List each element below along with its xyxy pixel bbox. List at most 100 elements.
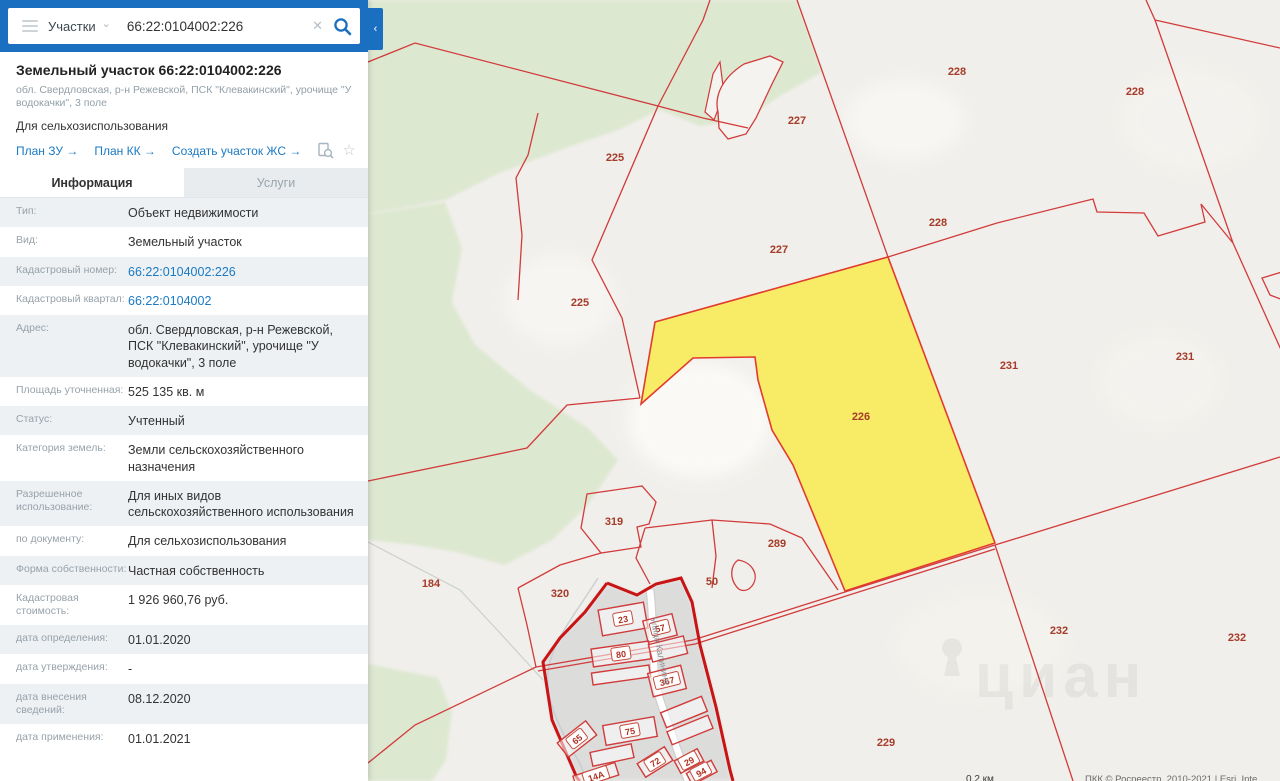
row-value-link[interactable]: 66:22:0104002:226 (128, 264, 368, 280)
table-row: Форма собственности:Частная собственност… (0, 556, 368, 585)
row-value: 1 926 960,76 руб. (128, 592, 368, 619)
table-row: дата внесения сведений:08.12.2020 (0, 684, 368, 724)
create-zhs-link[interactable]: Создать участок ЖС → (172, 144, 301, 158)
parcel-number-label: 226 (852, 411, 870, 423)
chevron-down-icon: ⌄ (102, 19, 111, 30)
sidebar-collapse-button[interactable]: ‹ (368, 8, 383, 50)
house-parcel-number: 75 (619, 722, 640, 738)
table-row: Площадь уточненная:525 135 кв. м (0, 377, 368, 406)
map-canvas[interactable]: 225 225 227 227 228 228 228 231 231 226 319 289 320 1… (368, 0, 1280, 781)
parcel-number-label: 227 (770, 244, 788, 256)
row-value: Учтенный (128, 413, 368, 429)
house-parcel-number: 23 (612, 610, 633, 626)
search-input[interactable] (125, 18, 302, 35)
parcel-usage: Для сельхозиспользования (16, 119, 352, 133)
favorite-star-icon[interactable]: ☆ (342, 143, 355, 158)
search-category-select[interactable]: Участки ⌄ (48, 19, 111, 34)
plan-kk-link[interactable]: План КК → (94, 144, 156, 158)
row-label: Разрешенное использование: (0, 488, 128, 521)
info-table: Тип:Объект недвижимостиВид:Земельный уча… (0, 198, 368, 753)
row-label: дата утверждения: (0, 661, 128, 677)
watermark-text: циан (975, 642, 1147, 711)
row-label: по документу: (0, 533, 128, 549)
table-row: дата применения:01.01.2021 (0, 724, 368, 753)
row-value: 01.01.2021 (128, 731, 368, 747)
row-value: Частная собственность (128, 563, 368, 579)
row-label: Кадастровая стоимость: (0, 592, 128, 619)
info-sidebar: Участки ⌄ ✕ Земельный участок 66:22:0104… (0, 0, 368, 781)
row-value: - (128, 661, 368, 677)
row-value: Для иных видов сельскохозяйственного исп… (128, 488, 368, 521)
parcel-address-subtitle: обл. Свердловская, р-н Режевской, ПСК "К… (16, 84, 352, 111)
row-label: Кадастровый номер: (0, 264, 128, 280)
row-label: Статус: (0, 413, 128, 429)
row-value: Объект недвижимости (128, 205, 368, 221)
plan-zu-link[interactable]: План ЗУ → (16, 144, 78, 158)
row-value: Земли сельскохозяйственного назначения (128, 442, 368, 475)
tab-bar: Информация Услуги (0, 168, 368, 198)
table-row: Разрешенное использование:Для иных видов… (0, 481, 368, 527)
svg-text:23: 23 (617, 614, 629, 626)
search-box: Участки ⌄ ✕ (8, 8, 360, 44)
table-row: Кадастровый квартал:66:22:0104002 (0, 286, 368, 315)
parcel-number-label: 231 (1176, 351, 1194, 363)
search-button[interactable] (333, 17, 352, 36)
parcel-number-label: 289 (768, 538, 786, 550)
row-label: дата применения: (0, 731, 128, 747)
parcel-number-label: 50 (706, 576, 718, 588)
parcel-number-label: 225 (571, 297, 589, 309)
parcel-number-label: 225 (606, 152, 624, 164)
row-value: Земельный участок (128, 234, 368, 250)
parcel-number-label: 229 (877, 737, 895, 749)
row-label: Площадь уточненная: (0, 384, 128, 400)
table-row: Статус:Учтенный (0, 406, 368, 435)
row-label: Кадастровый квартал: (0, 293, 128, 309)
parcel-number-label: 319 (605, 516, 623, 528)
svg-text:80: 80 (615, 649, 626, 660)
parcel-number-label: 231 (1000, 360, 1018, 372)
row-label: Тип: (0, 205, 128, 221)
table-row: по документу:Для сельхозиспользования (0, 526, 368, 555)
row-label: дата внесения сведений: (0, 691, 128, 718)
parcel-number-label: 227 (788, 115, 806, 127)
row-label: Адрес: (0, 322, 128, 371)
parcel-summary: Земельный участок 66:22:0104002:226 обл.… (0, 52, 368, 168)
parcel-number-label: 228 (929, 217, 947, 229)
action-links: План ЗУ → План КК → Создать участок ЖС →… (16, 142, 352, 168)
table-row: Категория земель:Земли сельскохозяйствен… (0, 435, 368, 481)
search-icon (333, 17, 352, 36)
row-value-link[interactable]: 66:22:0104002 (128, 293, 368, 309)
row-value: Для сельхозиспользования (128, 533, 368, 549)
tab-services[interactable]: Услуги (184, 168, 368, 197)
map-attribution: ПКК © Росреестр, 2010-2021 | Esri, Inte (1085, 774, 1257, 781)
table-row: Тип:Объект недвижимости (0, 198, 368, 227)
search-category-label: Участки (48, 19, 96, 34)
row-value: 08.12.2020 (128, 691, 368, 718)
parcel-number-label: 232 (1050, 625, 1068, 637)
cadastral-map-app: 225 225 227 227 228 228 228 231 231 226 319 289 320 1… (0, 0, 1280, 781)
row-label: Категория земель: (0, 442, 128, 475)
parcel-number-label: 232 (1228, 632, 1246, 644)
table-row: Адрес:обл. Свердловская, р-н Режевской, … (0, 315, 368, 377)
house-parcel-number: 80 (611, 646, 632, 662)
parcel-number-label: 184 (422, 578, 441, 590)
row-value: обл. Свердловская, р-н Режевской, ПСК "К… (128, 322, 368, 371)
tab-information[interactable]: Информация (0, 168, 184, 197)
parcel-number-label: 228 (1126, 86, 1144, 98)
clear-search-icon[interactable]: ✕ (312, 18, 323, 34)
page-title: Земельный участок 66:22:0104002:226 (16, 62, 352, 79)
action-icons: ☆ (317, 142, 355, 159)
table-row: Кадастровая стоимость:1 926 960,76 руб. (0, 585, 368, 625)
parcel-number-label: 228 (948, 66, 966, 78)
row-label: Форма собственности: (0, 563, 128, 579)
row-value: 01.01.2020 (128, 632, 368, 648)
parcel-number-label: 320 (551, 588, 569, 600)
search-header: Участки ⌄ ✕ (0, 0, 368, 52)
row-label: дата определения: (0, 632, 128, 648)
table-row: Кадастровый номер:66:22:0104002:226 (0, 257, 368, 286)
doc-search-icon[interactable] (317, 142, 334, 159)
svg-text:75: 75 (624, 726, 636, 738)
menu-icon[interactable] (22, 20, 38, 32)
table-row: Вид:Земельный участок (0, 227, 368, 256)
scale-label: 0,2 км (966, 774, 994, 781)
